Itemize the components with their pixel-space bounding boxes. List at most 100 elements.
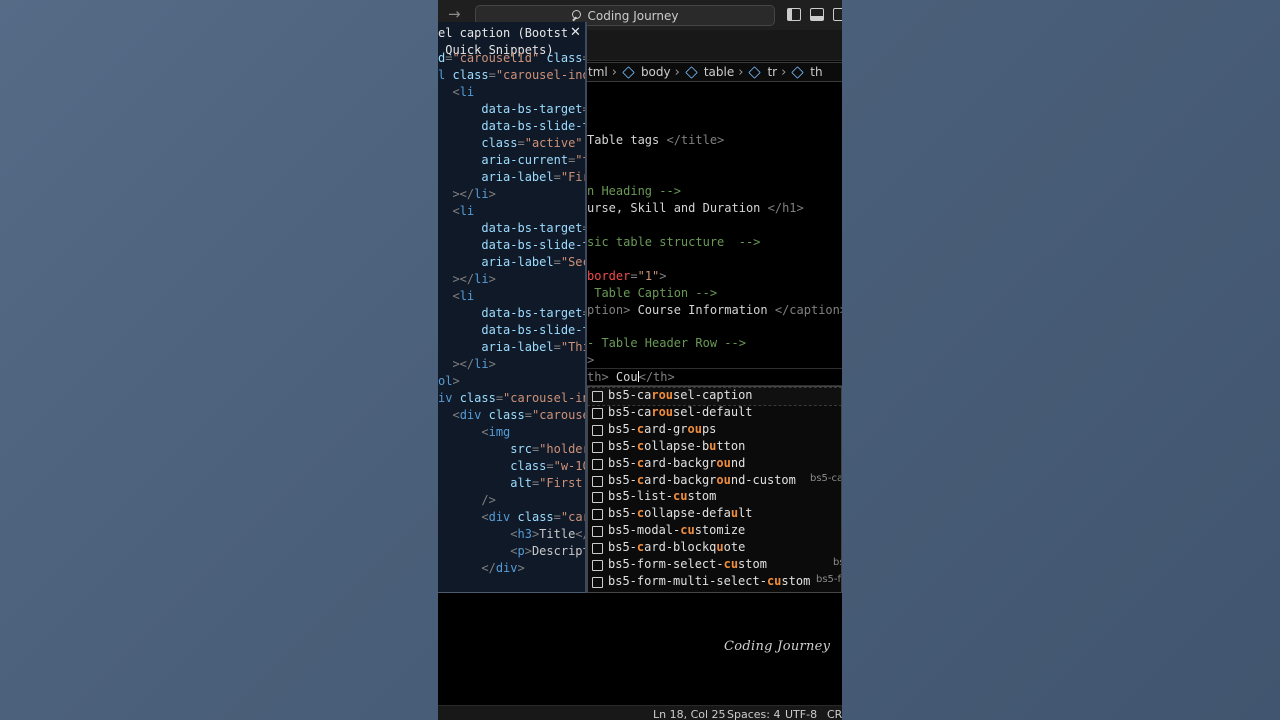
suggestion-item[interactable]: bs5-card-groups [588,422,841,439]
layout-controls [787,8,842,21]
snippet-code-line: data-bs-target=" [481,306,585,320]
suggestion-label: bs5-card-background-custom [608,472,796,487]
breadcrumb-item-th[interactable]: th [810,65,822,79]
command-center-label: Coding Journey [587,8,679,23]
suggestion-detail: bs5-f [816,573,842,585]
breadcrumb-item-tr[interactable]: tr [767,65,777,79]
element-cube-icon [685,65,698,79]
status-cursor-position[interactable]: Ln 18, Col 25 [653,708,726,720]
snippet-code-line: src="holder. [510,442,585,456]
snippet-code-line: <div class="carousel [452,408,585,422]
snippet-code-line: </div> [481,561,525,575]
snippet-code-line: aria-label="Firs [481,170,585,184]
suggestion-item[interactable]: bs5-collapse-default [588,506,841,523]
snippet-code-line: iv class="carousel-inn [438,391,585,405]
suggestion-label: bs5-card-groups [608,421,717,436]
element-cube-icon [791,65,805,79]
breadcrumb-item-table[interactable]: table [704,65,734,79]
suggestion-item[interactable]: bs5-card-background-custom bs5-ca [588,473,841,490]
snippet-icon [592,543,603,555]
snippet-icon [592,441,603,453]
chevron-right-icon: › [611,64,617,80]
snippet-code-line: <li [452,289,475,303]
suggestion-widget[interactable]: bs5-carousel-caption bs5-carousel-default… [587,386,842,593]
snippet-icon [592,509,603,521]
toggle-primary-sidebar-icon[interactable] [787,8,801,21]
snippet-icon [592,407,603,419]
element-cube-icon [748,65,762,79]
breadcrumb-item-html[interactable]: tml [588,65,608,79]
status-indentation[interactable]: Spaces: 4 [727,708,780,720]
snippet-code-line: data-bs-slide-to [481,119,587,133]
suggestion-label: bs5-list-custom [608,489,717,504]
forward-arrow-icon[interactable]: → [448,5,461,23]
breadcrumb: tml › body › table › tr › th [587,62,842,82]
snippet-code-line: aria-label="Seco [481,255,585,269]
snippet-code-line: aria-current="tr [481,153,585,167]
snippet-code-line: ></li> [452,272,496,286]
suggestion-detail: bs5-ca [810,472,842,484]
chevron-right-icon: › [674,64,680,80]
snippet-code-line: data-bs-slide-to [481,323,587,337]
suggestion-item[interactable]: bs5-form-multi-select-custom bs5-f [588,574,841,591]
snippet-code-line: <img [481,425,511,439]
suggestion-item[interactable]: bs5-list-custom [588,489,841,506]
snippet-code-line: class="w-100 [510,459,585,473]
snippet-icon [592,458,603,470]
suggestion-item[interactable]: bs5-card-blockquote [588,540,841,557]
snippet-code-line: l class="carousel-indi [438,68,587,82]
snippet-code-line: ></li> [452,357,496,371]
toggle-panel-icon[interactable] [810,8,824,21]
status-bar: Ln 18, Col 25 Spaces: 4 UTF-8 CRL [438,705,842,720]
snippet-code-line: ></li> [452,187,496,201]
suggestion-item[interactable]: bs5-collapse-button [588,439,841,456]
code-line: Table tags </title> [587,133,725,147]
suggestion-detail: bs [833,557,841,568]
code-line: ption> Course Information </caption> [587,303,842,317]
snippet-icon [592,526,603,538]
code-line: urse, Skill and Duration </h1> [587,201,804,215]
snippet-code-line: data-bs-target=" [481,102,585,116]
toggle-secondary-sidebar-icon[interactable] [833,8,842,21]
code-line: border="1"> [587,269,667,283]
snippet-icon [592,492,603,504]
vscode-window: → Coding Journey tml › body › table › tr… [438,0,842,720]
snippet-code-line: <h3>Title</h [510,527,585,541]
snippet-icon [592,475,603,487]
suggestion-item[interactable]: bs5-form-select-custom bs [588,557,841,574]
snippet-code-line: d="carouselId" class=" [438,51,585,65]
code-line: sic table structure --> [587,235,761,249]
snippet-preview-panel: el caption (Bootst Quick Snippets) ✕ d="… [438,22,587,593]
snippet-code-line: class="active" [481,136,583,150]
breadcrumb-item-body[interactable]: body [641,65,671,79]
status-eol[interactable]: CRL [827,708,842,720]
snippet-icon [592,391,603,402]
snippet-code-line: data-bs-slide-to [481,238,587,252]
snippet-code-line: /> [481,493,496,507]
suggestion-label: bs5-form-multi-select-custom [608,573,811,588]
snippet-code-line: alt="First s [510,476,583,490]
code-line: Table Caption --> [587,286,718,300]
suggestion-label: bs5-card-background [608,455,746,470]
suggestion-label: bs5-modal-customize [608,523,746,538]
suggestion-label: bs5-collapse-default [608,506,753,521]
code-line: n Heading --> [587,184,681,198]
watermark: Coding Journey [724,639,831,654]
snippet-icon [592,560,603,571]
snippet-code-line: ol> [438,374,460,388]
close-icon[interactable]: ✕ [570,25,581,40]
code-line: th> Cou</th> [587,370,675,382]
snippet-code-line: aria-label="Thir [481,340,585,354]
snippet-icon [592,576,603,588]
suggestion-item[interactable]: bs5-modal-customize [588,523,841,540]
snippet-title-line-1: el caption (Bootst [438,26,569,40]
snippet-code-line: <li [452,204,475,218]
status-encoding[interactable]: UTF-8 [785,708,817,720]
suggestion-item[interactable]: bs5-carousel-caption [588,387,841,406]
snippet-icon [592,424,603,436]
code-line: > [587,353,595,367]
suggestion-item[interactable]: bs5-card-background [588,456,841,473]
snippet-code-line: <p>Descripti [510,544,585,558]
suggestion-item[interactable]: bs5-carousel-default [588,405,841,422]
code-editor[interactable]: Table tags </title> n Heading --> urse, Sk… [587,82,842,382]
